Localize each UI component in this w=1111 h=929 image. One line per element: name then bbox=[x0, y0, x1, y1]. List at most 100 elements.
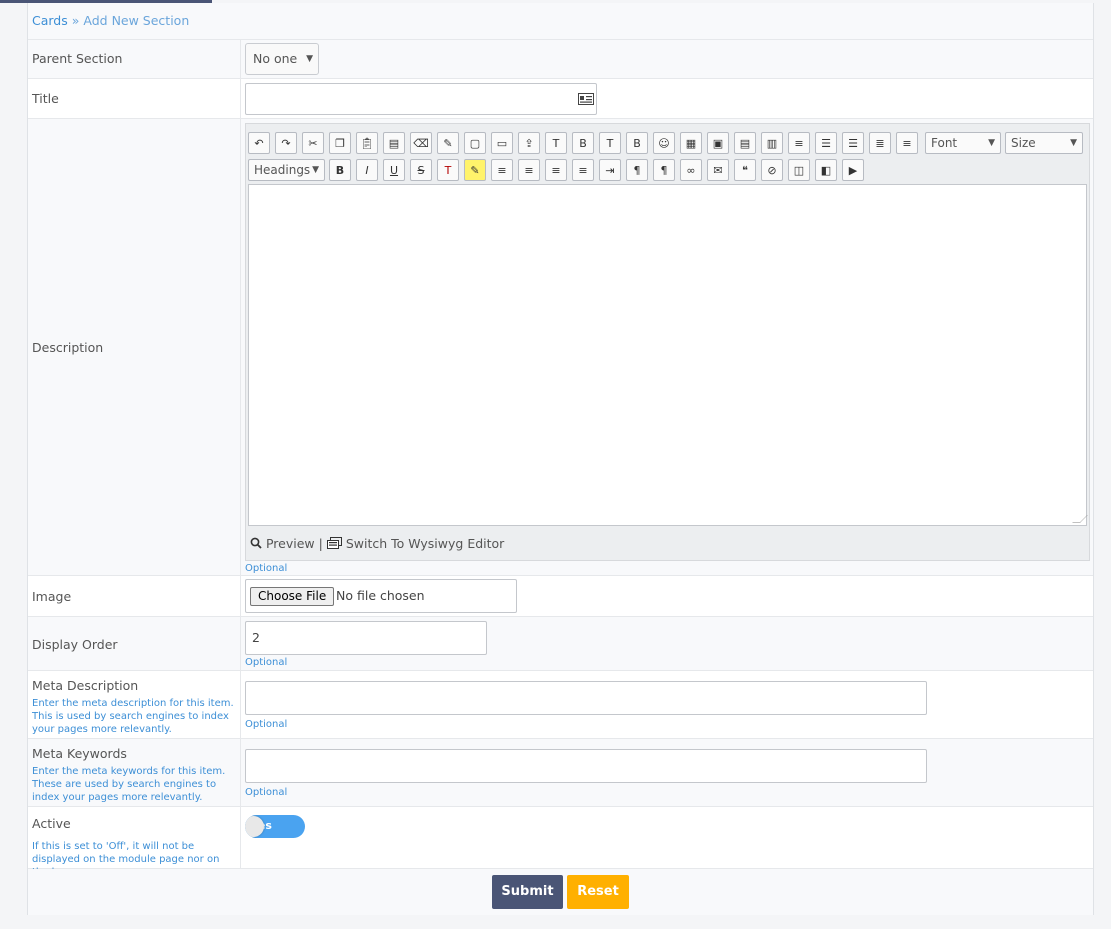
bold-button[interactable]: B bbox=[329, 159, 351, 181]
unlink-icon: ⊘ bbox=[767, 163, 777, 177]
submit-button[interactable]: Submit bbox=[492, 875, 563, 909]
justify-button[interactable]: ≡ bbox=[572, 159, 594, 181]
highlight-button[interactable]: ✎ bbox=[464, 159, 486, 181]
reset-button[interactable]: Reset bbox=[567, 875, 629, 909]
meta-keywords-optional-hint: Optional bbox=[245, 787, 288, 798]
resize-grip-icon[interactable] bbox=[1072, 515, 1088, 523]
display-order-value: 2 bbox=[252, 630, 260, 645]
meta-keywords-help: Enter the meta keywords for this item. T… bbox=[32, 766, 226, 803]
numbered-list-icon: ≣ bbox=[875, 136, 885, 150]
preview-link[interactable]: Preview bbox=[250, 536, 319, 551]
font-select-label: Font bbox=[931, 136, 958, 150]
cut-button[interactable]: ✂ bbox=[302, 132, 324, 154]
indent-button[interactable]: ⇥ bbox=[599, 159, 621, 181]
ordered-list-button[interactable]: ≡ bbox=[788, 132, 810, 154]
eraser-icon: ⌫ bbox=[413, 136, 429, 150]
switch-editor-link[interactable]: Switch To Wysiwyg Editor bbox=[326, 536, 504, 551]
ltr-button[interactable]: ¶ bbox=[626, 159, 648, 181]
headings-select[interactable]: Headings ▼ bbox=[248, 159, 325, 181]
gallery-button[interactable]: ◧ bbox=[815, 159, 837, 181]
preview-label: Preview bbox=[265, 536, 315, 551]
title-input[interactable] bbox=[245, 83, 597, 115]
dropdown-arrow-icon: ▼ bbox=[306, 54, 313, 64]
align-right-button[interactable]: ≡ bbox=[545, 159, 567, 181]
description-optional-hint: Optional bbox=[245, 563, 288, 574]
active-toggle[interactable]: Yes bbox=[245, 815, 305, 838]
eraser-button[interactable]: ⌫ bbox=[410, 132, 432, 154]
bold-icon: B bbox=[335, 163, 345, 177]
strikethrough-button[interactable]: S bbox=[410, 159, 432, 181]
html-button[interactable]: ▥ bbox=[761, 132, 783, 154]
smiley-icon: ☺ bbox=[658, 136, 670, 150]
php-button[interactable]: ▤ bbox=[734, 132, 756, 154]
remove-format-button[interactable]: ✎ bbox=[437, 132, 459, 154]
description-label-cell: Description bbox=[28, 119, 241, 575]
breadcrumb-current: Add New Section bbox=[83, 13, 190, 28]
insert-bbcode-before-button[interactable]: B bbox=[572, 132, 594, 154]
image-button[interactable]: ▭ bbox=[491, 132, 513, 154]
paste-text-icon: ▤ bbox=[388, 136, 400, 150]
smiley-button[interactable]: ☺ bbox=[653, 132, 675, 154]
image-upload-button[interactable]: ⇪ bbox=[518, 132, 540, 154]
size-select[interactable]: Size ▼ bbox=[1005, 132, 1083, 154]
image-icon: ▭ bbox=[496, 136, 508, 150]
parent-section-value: No one bbox=[253, 51, 298, 66]
breadcrumb-root-link[interactable]: Cards bbox=[32, 13, 68, 28]
video-button[interactable]: ▶ bbox=[842, 159, 864, 181]
align-center-button[interactable]: ≡ bbox=[518, 159, 540, 181]
paste-button[interactable]: 📋︎ bbox=[356, 132, 378, 154]
numbered-list-button[interactable]: ≣ bbox=[869, 132, 891, 154]
font-select[interactable]: Font ▼ bbox=[925, 132, 1001, 154]
size-select-label: Size bbox=[1011, 136, 1036, 150]
parent-section-select[interactable]: No one ▼ bbox=[245, 43, 319, 75]
select-all-button[interactable]: ▢ bbox=[464, 132, 486, 154]
insert-text-after-button[interactable]: T bbox=[599, 132, 621, 154]
search-icon bbox=[250, 537, 262, 549]
insert-text-before-icon: T bbox=[552, 136, 560, 150]
active-label: Active bbox=[32, 816, 71, 831]
php-icon: ▤ bbox=[739, 136, 751, 150]
undo-button[interactable]: ↶ bbox=[248, 132, 270, 154]
copy-button[interactable]: ❐ bbox=[329, 132, 351, 154]
meta-description-input[interactable] bbox=[245, 681, 927, 715]
video-icon: ▶ bbox=[848, 163, 858, 177]
description-textarea[interactable] bbox=[248, 184, 1088, 526]
meta-description-optional-hint: Optional bbox=[245, 719, 288, 730]
code-button[interactable]: ▣ bbox=[707, 132, 729, 154]
insert-text-before-button[interactable]: T bbox=[545, 132, 567, 154]
quote-button[interactable]: ❝ bbox=[734, 159, 756, 181]
image-row: Image Choose File No file chosen bbox=[28, 576, 1093, 617]
redo-button[interactable]: ↷ bbox=[275, 132, 297, 154]
title-label: Title bbox=[32, 91, 59, 106]
breadcrumb-separator: » bbox=[71, 13, 80, 28]
italic-button[interactable]: I bbox=[356, 159, 378, 181]
contact-card-icon[interactable] bbox=[578, 93, 594, 105]
choose-file-button[interactable]: Choose File bbox=[250, 587, 335, 606]
quote-icon: ❝ bbox=[742, 163, 748, 177]
underline-button[interactable]: U bbox=[383, 159, 405, 181]
unordered-list-button[interactable]: ☰ bbox=[815, 132, 837, 154]
link-icon: ∞ bbox=[686, 163, 696, 177]
align-left-button[interactable]: ≡ bbox=[491, 159, 513, 181]
unlink-button[interactable]: ⊘ bbox=[761, 159, 783, 181]
meta-keywords-input[interactable] bbox=[245, 749, 927, 783]
photo-icon: ◫ bbox=[793, 163, 805, 177]
insert-date-icon: ▦ bbox=[685, 136, 697, 150]
display-order-input[interactable]: 2 bbox=[245, 621, 487, 655]
nested-list-button[interactable]: ≡ bbox=[896, 132, 918, 154]
rtl-button[interactable]: ¶ bbox=[653, 159, 675, 181]
text-color-button[interactable]: T bbox=[437, 159, 459, 181]
align-center-icon: ≡ bbox=[524, 163, 534, 177]
insert-bbcode-after-button[interactable]: B bbox=[626, 132, 648, 154]
active-row: Active If this is set to 'Off', it will … bbox=[28, 807, 1093, 878]
email-button[interactable]: ✉ bbox=[707, 159, 729, 181]
paste-text-button[interactable]: ▤ bbox=[383, 132, 405, 154]
link-button[interactable]: ∞ bbox=[680, 159, 702, 181]
image-label-cell: Image bbox=[28, 576, 241, 616]
bullet-list-button[interactable]: ☰ bbox=[842, 132, 864, 154]
dropdown-arrow-icon: ▼ bbox=[988, 138, 995, 148]
photo-button[interactable]: ◫ bbox=[788, 159, 810, 181]
insert-date-button[interactable]: ▦ bbox=[680, 132, 702, 154]
editor-footer: Preview | Switch To Wysiwyg Editor bbox=[250, 536, 504, 551]
display-order-optional-hint: Optional bbox=[245, 657, 288, 668]
